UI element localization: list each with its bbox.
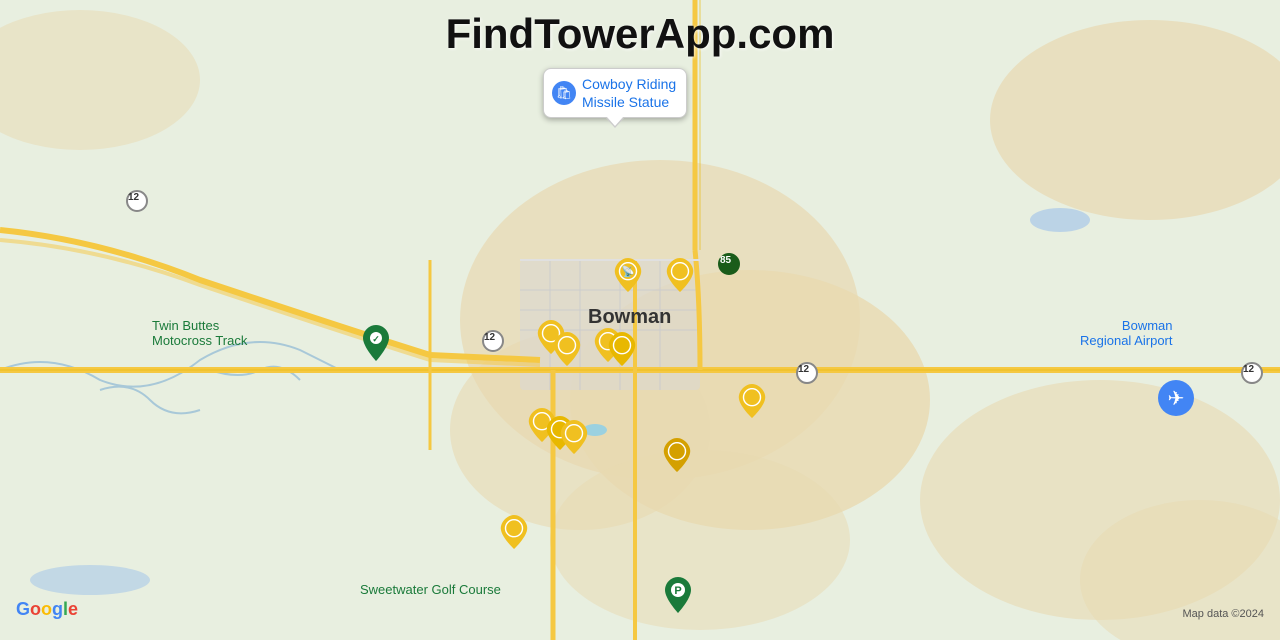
shield-85: 85 bbox=[718, 253, 740, 275]
city-label: Bowman bbox=[588, 306, 671, 329]
site-title: FindTowerApp.com bbox=[446, 10, 835, 58]
airport-label: Bowman Regional Airport bbox=[1080, 318, 1173, 348]
cowboy-statue-callout[interactable]: 🛍 Cowboy Riding Missile Statue bbox=[543, 68, 687, 118]
tower-pin-10[interactable] bbox=[560, 420, 588, 454]
shield-12-far-right: 12 bbox=[1241, 362, 1263, 384]
twin-buttes-pin[interactable]: ✓ bbox=[363, 325, 389, 366]
golf-label: Sweetwater Golf Course bbox=[360, 582, 501, 597]
shield-12-left: 12 bbox=[126, 190, 148, 212]
map-container: FindTowerApp.com 🛍 Cowboy Riding Missile… bbox=[0, 0, 1280, 640]
golf-pin[interactable]: P bbox=[665, 577, 691, 618]
tower-pin-12[interactable] bbox=[500, 515, 528, 549]
tower-pin-6[interactable] bbox=[608, 332, 636, 366]
shield-12-center: 12 bbox=[482, 330, 504, 352]
twin-buttes-label: Twin Buttes Motocross Track bbox=[152, 318, 247, 348]
tower-pin-7[interactable] bbox=[738, 384, 766, 418]
google-logo: Google bbox=[16, 599, 78, 620]
callout-text: Cowboy Riding Missile Statue bbox=[582, 75, 676, 111]
svg-text:📡: 📡 bbox=[622, 264, 635, 278]
tower-pin-11[interactable] bbox=[663, 438, 691, 472]
airport-marker[interactable]: ✈ bbox=[1158, 380, 1194, 416]
tower-pin-1[interactable]: 📡 bbox=[614, 258, 642, 292]
tower-pin-2[interactable] bbox=[666, 258, 694, 292]
map-attribution: Map data ©2024 bbox=[1183, 608, 1265, 620]
svg-text:✓: ✓ bbox=[372, 334, 380, 344]
callout-bag-icon: 🛍 bbox=[552, 81, 576, 105]
tower-pin-4[interactable] bbox=[553, 332, 581, 366]
svg-text:P: P bbox=[674, 585, 681, 597]
shield-12-right: 12 bbox=[796, 362, 818, 384]
